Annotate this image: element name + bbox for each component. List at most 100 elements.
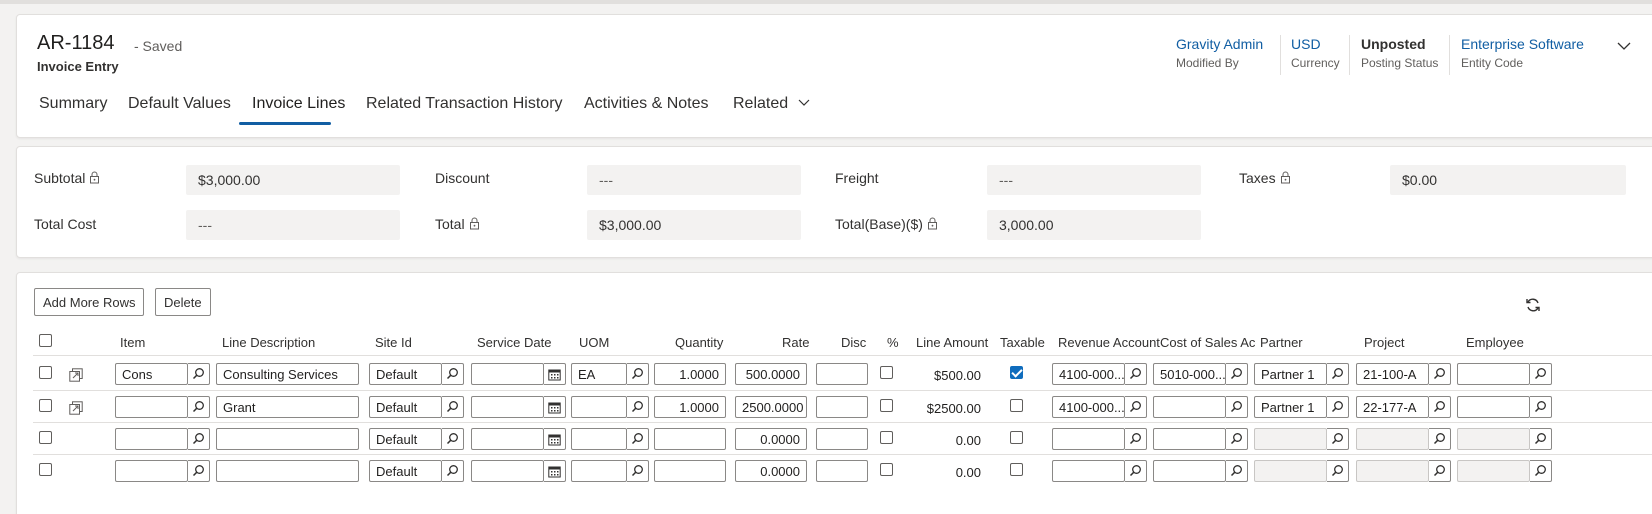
revenue-account-input[interactable]: [1052, 428, 1125, 450]
search-icon[interactable]: [442, 428, 464, 450]
row-select-checkbox[interactable]: [39, 399, 52, 412]
employee-input[interactable]: [1457, 396, 1530, 418]
calendar-icon[interactable]: [544, 460, 566, 482]
search-icon[interactable]: [1125, 460, 1147, 482]
taxable-checkbox[interactable]: [1010, 366, 1023, 379]
discount-input[interactable]: [816, 428, 868, 450]
search-icon[interactable]: [188, 460, 210, 482]
rate-input[interactable]: 2500.0000: [735, 396, 807, 418]
search-icon[interactable]: [1125, 363, 1147, 385]
delete-button[interactable]: Delete: [155, 288, 211, 316]
site-id-input[interactable]: Default: [369, 428, 442, 450]
column-header-quantity[interactable]: Quantity: [675, 335, 723, 350]
partner-input[interactable]: Partner 1: [1254, 363, 1327, 385]
column-header-employee[interactable]: Employee: [1466, 335, 1524, 350]
search-icon[interactable]: [627, 396, 649, 418]
search-icon[interactable]: [442, 460, 464, 482]
chevron-down-icon[interactable]: [1615, 37, 1633, 55]
modified-by-value[interactable]: Gravity Admin: [1176, 36, 1263, 53]
column-header-uom[interactable]: UOM: [579, 335, 609, 350]
site-id-input[interactable]: Default: [369, 363, 442, 385]
service-date-input[interactable]: [471, 460, 544, 482]
refresh-icon[interactable]: [1525, 297, 1541, 313]
line-description-input[interactable]: Consulting Services: [216, 363, 359, 385]
search-icon[interactable]: [442, 363, 464, 385]
service-date-input[interactable]: [471, 396, 544, 418]
quantity-input[interactable]: 1.0000: [654, 363, 726, 385]
column-header-line-amount[interactable]: Line Amount: [916, 335, 988, 350]
search-icon[interactable]: [1125, 428, 1147, 450]
search-icon[interactable]: [1429, 460, 1451, 482]
column-header-rate[interactable]: Rate: [782, 335, 809, 350]
rate-input[interactable]: 0.0000: [735, 460, 807, 482]
calendar-icon[interactable]: [544, 396, 566, 418]
employee-input[interactable]: [1457, 363, 1530, 385]
calendar-icon[interactable]: [544, 428, 566, 450]
discount-input[interactable]: [816, 460, 868, 482]
search-icon[interactable]: [1226, 396, 1248, 418]
column-header-site-id[interactable]: Site Id: [375, 335, 412, 350]
tab-invoice-lines[interactable]: Invoice Lines: [252, 95, 345, 113]
column-header-percent[interactable]: %: [887, 335, 899, 350]
project-input[interactable]: [1356, 428, 1429, 450]
search-icon[interactable]: [1429, 428, 1451, 450]
column-header-item[interactable]: Item: [120, 335, 145, 350]
column-header-cost-of-sales[interactable]: Cost of Sales Accc: [1160, 335, 1256, 350]
entity-code-value[interactable]: Enterprise Software: [1461, 36, 1584, 53]
search-icon[interactable]: [1429, 396, 1451, 418]
search-icon[interactable]: [1226, 428, 1248, 450]
percent-checkbox[interactable]: [880, 463, 893, 476]
item-input[interactable]: Cons: [115, 363, 188, 385]
uom-input[interactable]: [571, 396, 627, 418]
search-icon[interactable]: [1327, 428, 1349, 450]
row-select-checkbox[interactable]: [39, 463, 52, 476]
cost-of-sales-account-input[interactable]: 5010-000...: [1153, 363, 1226, 385]
percent-checkbox[interactable]: [880, 431, 893, 444]
taxable-checkbox[interactable]: [1010, 431, 1023, 444]
tab-related-transaction-history[interactable]: Related Transaction History: [366, 95, 563, 113]
search-icon[interactable]: [1530, 363, 1552, 385]
quantity-input[interactable]: [654, 428, 726, 450]
revenue-account-input[interactable]: 4100-000...: [1052, 363, 1125, 385]
search-icon[interactable]: [627, 428, 649, 450]
cost-of-sales-account-input[interactable]: [1153, 460, 1226, 482]
employee-input[interactable]: [1457, 428, 1530, 450]
site-id-input[interactable]: Default: [369, 460, 442, 482]
search-icon[interactable]: [1530, 428, 1552, 450]
percent-checkbox[interactable]: [880, 399, 893, 412]
tab-related[interactable]: Related: [733, 95, 811, 113]
line-description-input[interactable]: [216, 428, 359, 450]
search-icon[interactable]: [1226, 460, 1248, 482]
search-icon[interactable]: [1530, 396, 1552, 418]
search-icon[interactable]: [1429, 363, 1451, 385]
column-header-partner[interactable]: Partner: [1260, 335, 1303, 350]
employee-input[interactable]: [1457, 460, 1530, 482]
percent-checkbox[interactable]: [880, 366, 893, 379]
item-input[interactable]: [115, 396, 188, 418]
partner-input[interactable]: [1254, 428, 1327, 450]
revenue-account-input[interactable]: 4100-000...: [1052, 396, 1125, 418]
open-record-icon[interactable]: [69, 401, 83, 415]
column-header-taxable[interactable]: Taxable: [1000, 335, 1045, 350]
service-date-input[interactable]: [471, 363, 544, 385]
partner-input[interactable]: [1254, 460, 1327, 482]
header-field-entity-code[interactable]: Enterprise Software Entity Code: [1461, 36, 1584, 70]
project-input[interactable]: [1356, 460, 1429, 482]
project-input[interactable]: 22-177-A: [1356, 396, 1429, 418]
search-icon[interactable]: [188, 363, 210, 385]
item-input[interactable]: [115, 428, 188, 450]
search-icon[interactable]: [188, 428, 210, 450]
project-input[interactable]: 21-100-A: [1356, 363, 1429, 385]
uom-input[interactable]: [571, 428, 627, 450]
service-date-input[interactable]: [471, 428, 544, 450]
rate-input[interactable]: 500.0000: [735, 363, 807, 385]
row-select-checkbox[interactable]: [39, 366, 52, 379]
search-icon[interactable]: [627, 460, 649, 482]
tab-summary[interactable]: Summary: [39, 95, 107, 113]
tab-activities-notes[interactable]: Activities & Notes: [584, 95, 708, 113]
search-icon[interactable]: [1530, 460, 1552, 482]
column-header-revenue-account[interactable]: Revenue Account: [1058, 335, 1160, 350]
column-header-project[interactable]: Project: [1364, 335, 1404, 350]
cost-of-sales-account-input[interactable]: [1153, 396, 1226, 418]
cost-of-sales-account-input[interactable]: [1153, 428, 1226, 450]
